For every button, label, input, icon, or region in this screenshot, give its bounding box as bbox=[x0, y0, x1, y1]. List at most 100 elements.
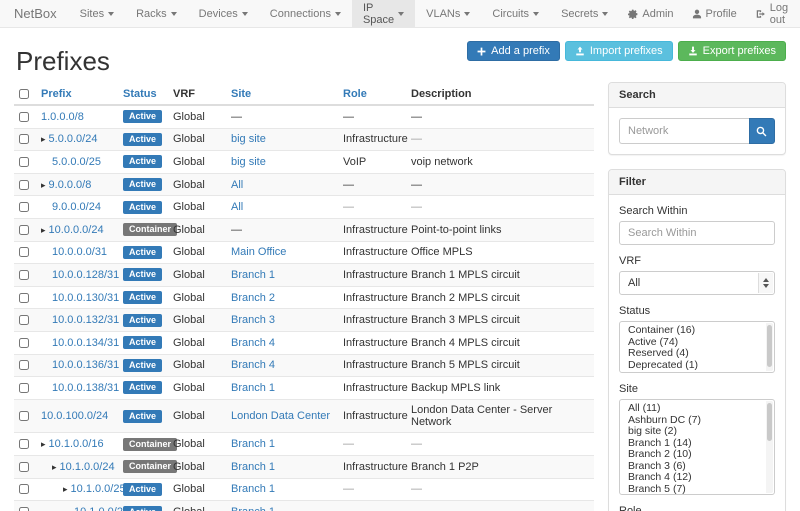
site-link[interactable]: Branch 1 bbox=[231, 483, 275, 495]
nav-item-admin[interactable]: Admin bbox=[619, 0, 682, 27]
prefix-link[interactable]: 10.0.0.0/24 bbox=[49, 224, 104, 236]
nav-item-connections[interactable]: Connections bbox=[259, 0, 352, 27]
nav-item-vlans[interactable]: VLANs bbox=[415, 0, 481, 27]
site-link[interactable]: big site bbox=[231, 156, 266, 168]
status-option[interactable]: Deprecated (1) bbox=[620, 360, 774, 372]
add-prefix-button[interactable]: Add a prefix bbox=[467, 41, 560, 61]
site-link[interactable]: Main Office bbox=[231, 246, 286, 258]
row-checkbox[interactable] bbox=[19, 134, 29, 144]
search-button[interactable] bbox=[749, 118, 775, 144]
nav-item-ip-space[interactable]: IP Space bbox=[352, 0, 415, 27]
row-checkbox[interactable] bbox=[19, 247, 29, 257]
prefix-link[interactable]: 9.0.0.0/8 bbox=[49, 179, 92, 191]
row-checkbox[interactable] bbox=[19, 225, 29, 235]
row-checkbox[interactable] bbox=[19, 484, 29, 494]
search-within-input[interactable] bbox=[619, 221, 775, 245]
prefix-link[interactable]: 1.0.0.0/8 bbox=[41, 111, 84, 123]
nav-item-sites[interactable]: Sites bbox=[69, 0, 125, 27]
site-option[interactable]: Branch 4 (12) bbox=[620, 472, 774, 484]
prefix-link[interactable]: 10.0.0.0/31 bbox=[52, 246, 107, 258]
prefix-link[interactable]: 10.0.0.128/31 bbox=[52, 269, 119, 281]
site-option[interactable]: Branch 1 (14) bbox=[620, 438, 774, 450]
prefix-link[interactable]: 10.0.0.138/31 bbox=[52, 382, 119, 394]
site-link[interactable]: Branch 1 bbox=[231, 438, 275, 450]
nav-item-racks[interactable]: Racks bbox=[125, 0, 188, 27]
row-checkbox[interactable] bbox=[19, 338, 29, 348]
prefix-link[interactable]: 10.0.0.136/31 bbox=[52, 359, 119, 371]
caret-down-icon bbox=[533, 12, 539, 16]
site-option[interactable]: Branch 5 (7) bbox=[620, 484, 774, 496]
netbox-brand[interactable]: NetBox bbox=[0, 0, 69, 27]
description-cell: — bbox=[411, 179, 422, 191]
status-badge: Active bbox=[123, 291, 162, 304]
nav-item-logout[interactable]: Log out bbox=[746, 0, 800, 27]
prefix-link[interactable]: 5.0.0.0/25 bbox=[52, 156, 101, 168]
scrollbar[interactable] bbox=[766, 323, 773, 371]
prefix-link[interactable]: 10.0.0.132/31 bbox=[52, 314, 119, 326]
site-link[interactable]: Branch 1 bbox=[231, 382, 275, 394]
status-option[interactable]: Active (74) bbox=[620, 337, 774, 349]
prefix-link[interactable]: 5.0.0.0/24 bbox=[49, 133, 98, 145]
role-cell: Infrastructure bbox=[343, 337, 408, 349]
nav-item-profile[interactable]: Profile bbox=[683, 0, 746, 27]
site-link[interactable]: Branch 2 bbox=[231, 292, 275, 304]
site-option[interactable]: Branch 3 (6) bbox=[620, 461, 774, 473]
row-checkbox[interactable] bbox=[19, 315, 29, 325]
prefix-link[interactable]: 10.1.0.0/26 bbox=[74, 506, 129, 511]
row-checkbox[interactable] bbox=[19, 383, 29, 393]
site-option[interactable]: All (11) bbox=[620, 403, 774, 415]
status-option[interactable]: Reserved (4) bbox=[620, 348, 774, 360]
site-link[interactable]: Branch 1 bbox=[231, 506, 275, 511]
table-row: 10.0.0.0/31ActiveGlobalMain OfficeInfras… bbox=[14, 241, 594, 264]
row-checkbox[interactable] bbox=[19, 462, 29, 472]
row-checkbox[interactable] bbox=[19, 360, 29, 370]
import-prefixes-button[interactable]: Import prefixes bbox=[565, 41, 673, 61]
site-link[interactable]: Branch 1 bbox=[231, 269, 275, 281]
prefix-link[interactable]: 10.0.100.0/24 bbox=[41, 410, 108, 422]
row-checkbox[interactable] bbox=[19, 112, 29, 122]
row-checkbox[interactable] bbox=[19, 180, 29, 190]
nav-item-secrets[interactable]: Secrets bbox=[550, 0, 619, 27]
row-checkbox[interactable] bbox=[19, 293, 29, 303]
site-link[interactable]: All bbox=[231, 201, 243, 213]
row-checkbox[interactable] bbox=[19, 507, 29, 511]
row-checkbox[interactable] bbox=[19, 157, 29, 167]
user-icon bbox=[692, 9, 702, 19]
table-row: 10.0.0.136/31ActiveGlobalBranch 4Infrast… bbox=[14, 354, 594, 377]
site-multiselect[interactable]: All (11)Ashburn DC (7)big site (2)Branch… bbox=[619, 399, 775, 495]
caret-down-icon bbox=[242, 12, 248, 16]
site-option[interactable]: big site (2) bbox=[620, 426, 774, 438]
select-all-checkbox[interactable] bbox=[19, 89, 29, 99]
caret-down-icon bbox=[602, 12, 608, 16]
search-input[interactable] bbox=[619, 118, 749, 144]
nav-item-devices[interactable]: Devices bbox=[188, 0, 259, 27]
nav-item-circuits[interactable]: Circuits bbox=[481, 0, 550, 27]
status-option[interactable]: Container (16) bbox=[620, 325, 774, 337]
row-checkbox[interactable] bbox=[19, 270, 29, 280]
row-checkbox[interactable] bbox=[19, 411, 29, 421]
prefix-link[interactable]: 10.0.0.134/31 bbox=[52, 337, 119, 349]
prefix-link[interactable]: 10.1.0.0/24 bbox=[60, 461, 115, 473]
page-title: Prefixes bbox=[16, 46, 110, 77]
vrf-select[interactable]: All bbox=[619, 271, 775, 295]
site-option[interactable]: Branch 2 (10) bbox=[620, 449, 774, 461]
row-checkbox[interactable] bbox=[19, 439, 29, 449]
export-prefixes-button[interactable]: Export prefixes bbox=[678, 41, 786, 61]
site-link[interactable]: Branch 4 bbox=[231, 359, 275, 371]
status-multiselect[interactable]: Container (16)Active (74)Reserved (4)Dep… bbox=[619, 321, 775, 373]
site-link[interactable]: Branch 3 bbox=[231, 314, 275, 326]
prefix-link[interactable]: 10.0.0.130/31 bbox=[52, 292, 119, 304]
vrf-cell: Global bbox=[168, 241, 226, 264]
prefix-link[interactable]: 10.1.0.0/25 bbox=[71, 483, 126, 495]
site-link[interactable]: Branch 1 bbox=[231, 461, 275, 473]
site-link[interactable]: All bbox=[231, 179, 243, 191]
site-option[interactable]: Ashburn DC (7) bbox=[620, 415, 774, 427]
site-link[interactable]: London Data Center bbox=[231, 410, 330, 422]
site-link[interactable]: Branch 4 bbox=[231, 337, 275, 349]
role-cell: Infrastructure bbox=[343, 269, 408, 281]
scrollbar[interactable] bbox=[766, 401, 773, 493]
site-link[interactable]: big site bbox=[231, 133, 266, 145]
prefix-link[interactable]: 10.1.0.0/16 bbox=[49, 438, 104, 450]
prefix-link[interactable]: 9.0.0.0/24 bbox=[52, 201, 101, 213]
row-checkbox[interactable] bbox=[19, 202, 29, 212]
